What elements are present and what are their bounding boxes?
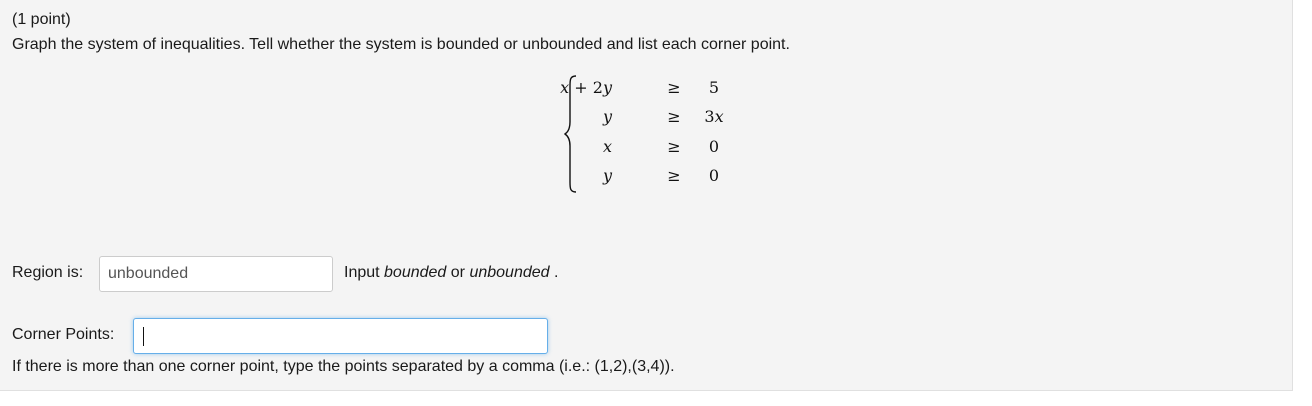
- relation-symbol: ≥: [667, 166, 681, 185]
- region-hint: Input bounded or unbounded .: [344, 263, 558, 283]
- hint-suffix: .: [549, 264, 559, 281]
- lhs-variable: y: [602, 107, 612, 126]
- rhs-variable: x: [714, 107, 724, 126]
- lhs-variable: x: [560, 78, 570, 97]
- inequality-row: x + 2y ≥ 5: [560, 78, 736, 100]
- point-value: (1 point): [12, 11, 71, 28]
- lhs-variable: y: [602, 78, 612, 97]
- lhs-coefficient: 2: [592, 78, 603, 97]
- hint-option-bounded: bounded: [384, 264, 447, 281]
- corner-points-label: Corner Points:: [12, 326, 115, 343]
- region-label: Region is:: [12, 264, 84, 281]
- hint-prefix: Input: [344, 264, 385, 281]
- region-input[interactable]: unbounded: [99, 256, 333, 292]
- rhs-coefficient: 3: [704, 107, 715, 126]
- lhs-variable: y: [602, 166, 612, 185]
- rhs-value: 5: [708, 78, 720, 97]
- relation-symbol: ≥: [667, 107, 681, 126]
- relation-symbol: ≥: [667, 78, 681, 97]
- relation-symbol: ≥: [667, 137, 681, 156]
- corner-points-hint: If there is more than one corner point, …: [12, 358, 675, 375]
- problem-instructions: Graph the system of inequalities. Tell w…: [12, 36, 790, 53]
- inequality-row: y ≥ 0: [566, 166, 736, 188]
- hint-or: or: [446, 264, 470, 281]
- lhs-variable: x: [602, 137, 612, 156]
- problem-panel: (1 point) Graph the system of inequaliti…: [0, 0, 1293, 391]
- text-caret: [143, 327, 144, 346]
- hint-option-unbounded: unbounded: [469, 264, 550, 281]
- inequality-row: x ≥ 0: [566, 137, 736, 159]
- lhs-operator: +: [569, 78, 593, 97]
- inequality-row: y ≥ 3x: [566, 107, 736, 129]
- rhs-value: 0: [708, 166, 720, 185]
- corner-points-input[interactable]: [133, 318, 548, 354]
- rhs-value: 0: [708, 137, 720, 156]
